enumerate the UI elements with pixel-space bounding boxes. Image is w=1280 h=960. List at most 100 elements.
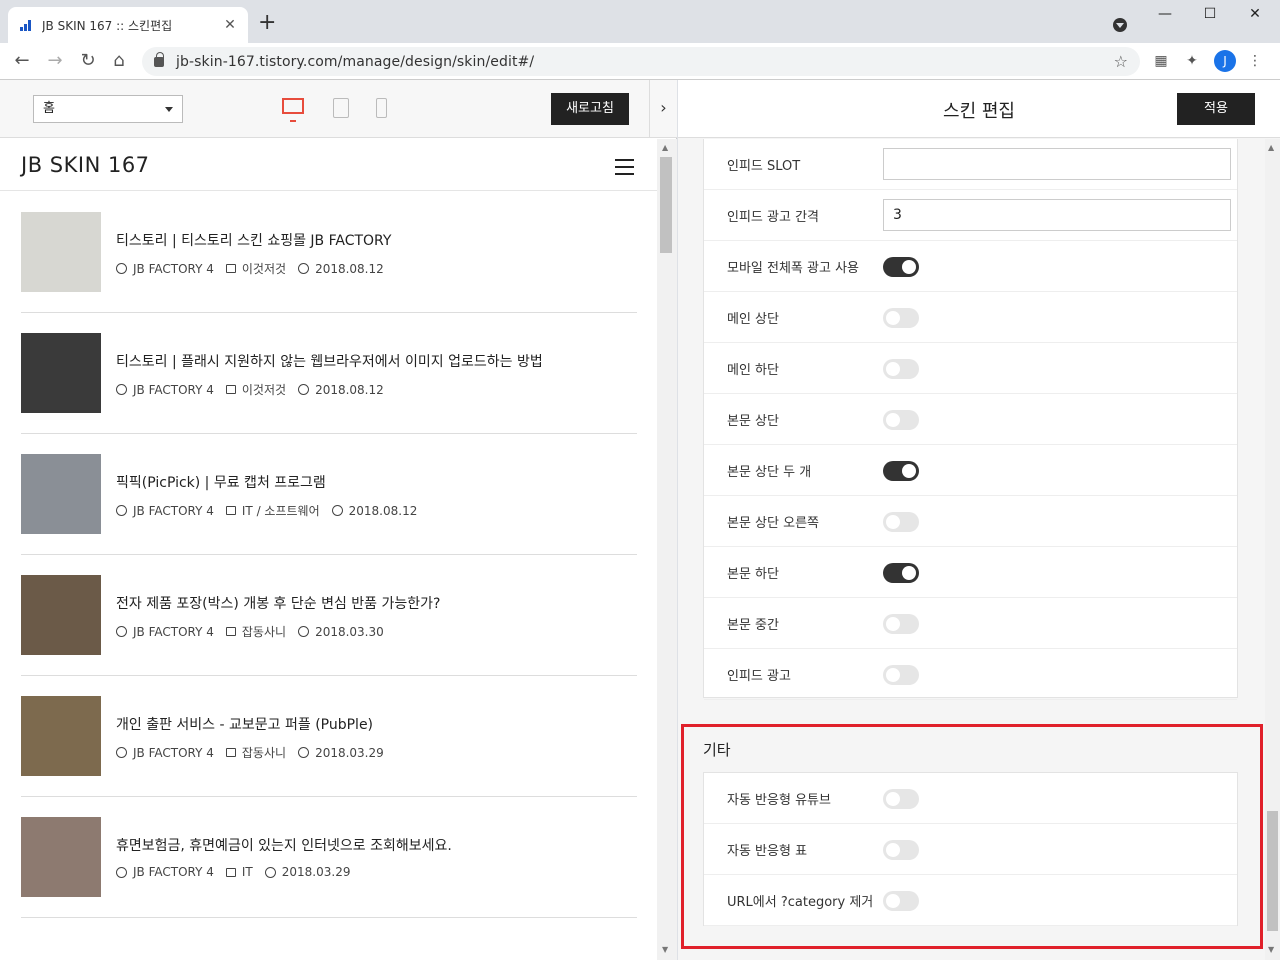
minimize-button[interactable]: —: [1150, 6, 1180, 26]
clock-icon: [298, 626, 310, 637]
post-date: 2018.03.29: [281, 865, 351, 879]
tab-search-icon[interactable]: [1113, 18, 1127, 32]
back-icon[interactable]: ←: [12, 51, 32, 71]
clock-icon: [298, 384, 310, 395]
setting-input[interactable]: [883, 148, 1231, 180]
setting-label: 본문 하단: [727, 567, 779, 582]
post-meta: JB FACTORY 4 잡동사니 2018.03.30: [116, 623, 384, 640]
browser-tab[interactable]: JB SKIN 167 :: 스킨편집 ✕: [8, 7, 248, 43]
post-item[interactable]: 전자 제품 포장(박스) 개봉 후 단순 변심 반품 가능한가? JB FACT…: [21, 555, 637, 676]
post-title[interactable]: 픽픽(PicPick) | 무료 캡처 프로그램: [116, 472, 326, 492]
post-item[interactable]: 티스토리 | 플래시 지원하지 않는 웹브라우저에서 이미지 업로드하는 방법 …: [21, 313, 637, 434]
editor-scrollbar[interactable]: ▲ ▼: [1265, 139, 1280, 960]
editor-header: 스킨 편집 적용: [678, 80, 1280, 138]
refresh-button[interactable]: 새로고침: [551, 93, 629, 125]
preview-scrollbar-thumb[interactable]: [660, 157, 672, 253]
post-meta: JB FACTORY 4 잡동사니 2018.03.29: [116, 744, 384, 761]
etc-highlight-box: [681, 724, 1263, 949]
setting-toggle[interactable]: [883, 512, 919, 532]
browser-toolbar: ← → ↻ ⌂ jb-skin-167.tistory.com/manage/d…: [0, 43, 1280, 80]
blog-header: JB SKIN 167: [0, 139, 657, 191]
setting-row: 모바일 전체폭 광고 사용: [704, 241, 1237, 292]
post-title[interactable]: 티스토리 | 플래시 지원하지 않는 웹브라우저에서 이미지 업로드하는 방법: [116, 351, 543, 371]
post-title[interactable]: 개인 출판 서비스 - 교보문고 퍼플 (PubPle): [116, 714, 373, 734]
category-icon: [225, 385, 236, 394]
post-item[interactable]: 개인 출판 서비스 - 교보문고 퍼플 (PubPle) JB FACTORY …: [21, 676, 637, 797]
tablet-view-icon[interactable]: [333, 98, 349, 118]
clock-icon: [331, 505, 343, 516]
preview-scrollbar[interactable]: ▲ ▼: [657, 139, 677, 960]
ad-settings-card: 인피드 SLOT 인피드 광고 간격 3 모바일 전체폭 광고 사용 메인 상단 메인 하…: [703, 139, 1238, 700]
collapse-panel-icon[interactable]: ›: [649, 80, 677, 138]
skin-editor-panel: 스킨 편집 적용 인피드 SLOT 인피드 광고 간격 3 모바일 전체폭 광고 사용…: [678, 80, 1280, 960]
post-category: IT: [241, 865, 253, 879]
post-author: JB FACTORY 4: [133, 865, 214, 879]
post-meta: JB FACTORY 4 이것저것 2018.08.12: [116, 381, 384, 398]
post-item[interactable]: 픽픽(PicPick) | 무료 캡처 프로그램 JB FACTORY 4 IT…: [21, 434, 637, 555]
profile-avatar[interactable]: J: [1214, 50, 1236, 72]
setting-toggle[interactable]: [883, 359, 919, 379]
mobile-view-icon[interactable]: [376, 98, 387, 118]
bookmark-star-icon[interactable]: ☆: [1114, 52, 1128, 71]
setting-toggle[interactable]: [883, 257, 919, 277]
post-author: JB FACTORY 4: [133, 261, 214, 276]
post-item[interactable]: 티스토리 | 티스토리 스킨 쇼핑몰 JB FACTORY JB FACTORY…: [21, 192, 637, 313]
reload-icon[interactable]: ↻: [78, 51, 98, 71]
post-thumbnail[interactable]: [21, 575, 101, 655]
address-bar[interactable]: jb-skin-167.tistory.com/manage/design/sk…: [142, 47, 1140, 76]
setting-row: 인피드 광고 간격 3: [704, 190, 1237, 241]
scroll-up-icon[interactable]: ▲: [1268, 143, 1274, 152]
apply-button[interactable]: 적용: [1177, 93, 1255, 125]
post-item[interactable]: 휴면보험금, 휴면예금이 있는지 인터넷으로 조회해보세요. JB FACTOR…: [21, 797, 637, 918]
post-thumbnail[interactable]: [21, 333, 101, 413]
home-icon[interactable]: ⌂: [109, 51, 129, 71]
post-thumbnail[interactable]: [21, 454, 101, 534]
setting-toggle[interactable]: [883, 410, 919, 430]
lock-icon[interactable]: [154, 51, 164, 67]
blog-title[interactable]: JB SKIN 167: [21, 153, 150, 177]
editor-scrollbar-thumb[interactable]: [1267, 811, 1278, 931]
author-icon: [116, 505, 127, 516]
post-thumbnail[interactable]: [21, 212, 101, 292]
clock-icon: [298, 263, 310, 274]
setting-toggle[interactable]: [883, 461, 919, 481]
url-text[interactable]: jb-skin-167.tistory.com/manage/design/sk…: [176, 54, 1114, 70]
setting-input[interactable]: 3: [883, 199, 1231, 231]
scroll-up-icon[interactable]: ▲: [662, 143, 668, 152]
qr-extension-icon[interactable]: ▦: [1152, 52, 1170, 70]
desktop-view-icon[interactable]: [282, 98, 304, 122]
post-thumbnail[interactable]: [21, 696, 101, 776]
post-thumbnail[interactable]: [21, 817, 101, 897]
extensions-puzzle-icon[interactable]: ✦: [1183, 52, 1201, 70]
preview-panel: 홈 새로고침 › JB SKIN 167 티스토리 | 티스토리 스킨 쇼핑몰 …: [0, 80, 677, 960]
setting-label: 본문 상단: [727, 414, 779, 429]
post-title[interactable]: 휴면보험금, 휴면예금이 있는지 인터넷으로 조회해보세요.: [116, 835, 452, 855]
page-select[interactable]: 홈: [33, 95, 183, 123]
setting-toggle[interactable]: [883, 308, 919, 328]
setting-toggle[interactable]: [883, 614, 919, 634]
forward-icon[interactable]: →: [45, 51, 65, 71]
new-tab-button[interactable]: +: [258, 12, 276, 34]
post-category: 이것저것: [241, 383, 287, 397]
post-meta: JB FACTORY 4 이것저것 2018.08.12: [116, 260, 384, 277]
post-date: 2018.08.12: [315, 261, 384, 276]
post-title[interactable]: 티스토리 | 티스토리 스킨 쇼핑몰 JB FACTORY: [116, 230, 391, 250]
post-category: IT / 소프트웨어: [241, 504, 320, 518]
setting-label: 본문 상단 오른쪽: [727, 516, 819, 531]
post-title[interactable]: 전자 제품 포장(박스) 개봉 후 단순 변심 반품 가능한가?: [116, 593, 440, 613]
scroll-down-icon[interactable]: ▼: [662, 945, 668, 954]
setting-row: 본문 하단: [704, 547, 1237, 598]
scroll-down-icon[interactable]: ▼: [1268, 945, 1274, 954]
setting-label: 메인 상단: [727, 312, 779, 327]
setting-toggle[interactable]: [883, 563, 919, 583]
author-icon: [116, 626, 127, 637]
setting-label: 메인 하단: [727, 363, 779, 378]
maximize-button[interactable]: ☐: [1195, 6, 1225, 26]
category-icon: [225, 748, 236, 757]
hamburger-menu-icon[interactable]: [615, 159, 634, 180]
window-close-button[interactable]: ✕: [1240, 6, 1270, 26]
setting-toggle[interactable]: [883, 665, 919, 685]
setting-label: 본문 중간: [727, 618, 779, 633]
tab-close-icon[interactable]: ✕: [222, 17, 238, 33]
browser-menu-icon[interactable]: ⋮: [1246, 52, 1264, 70]
